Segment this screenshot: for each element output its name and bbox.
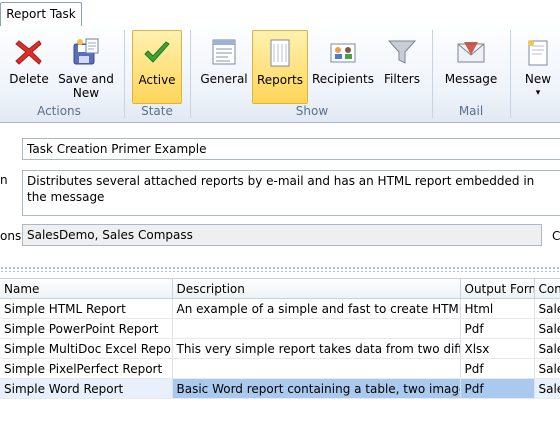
new-button[interactable]: New ▾ (516, 30, 560, 102)
column-header-connections[interactable]: Conn (534, 279, 560, 299)
description-textarea[interactable]: Distributes several attached reports by … (22, 170, 560, 216)
cell-connection: Sales (534, 358, 560, 379)
group-label-actions: Actions (37, 104, 81, 118)
checkmark-icon (144, 41, 170, 63)
cell-output: Pdf (460, 358, 535, 379)
delete-icon (15, 40, 42, 65)
recipients-icon (330, 43, 356, 63)
envelope-icon (457, 42, 485, 63)
cell-description (172, 358, 461, 379)
delete-button[interactable]: Delete (4, 30, 54, 102)
cell-output: Html (460, 298, 535, 319)
connections-label: ons (0, 229, 22, 243)
group-label-state: State (141, 104, 173, 118)
funnel-icon (387, 40, 417, 64)
reports-grid: Name Description Output Form Conn Simple… (0, 278, 560, 421)
chevron-down-icon[interactable]: ▾ (516, 86, 560, 100)
message-button[interactable]: Message (440, 30, 502, 102)
group-separator (190, 30, 191, 118)
cell-output: Pdf (460, 318, 535, 339)
table-row[interactable]: Simple PowerPoint Report Pdf Sales (0, 318, 560, 339)
general-button[interactable]: General (198, 30, 250, 102)
table-row[interactable]: Simple HTML Report An example of a simpl… (0, 298, 560, 319)
cell-output: Pdf (460, 378, 535, 399)
save-new-icon (73, 38, 99, 65)
cell-connection: Sales (534, 318, 560, 339)
group-label-show: Show (295, 104, 329, 118)
cell-description: An example of a simple and fast to creat… (172, 298, 461, 319)
tab-report-task[interactable]: Report Task (0, 2, 82, 26)
ribbon-tab-strip (0, 0, 560, 27)
active-label: Active (138, 73, 176, 87)
table-row[interactable]: Simple MultiDoc Excel Report This very s… (0, 338, 560, 359)
group-separator (432, 30, 433, 118)
column-header-name[interactable]: Name (0, 279, 173, 299)
table-row[interactable]: Simple PixelPerfect Report Pdf Sales (0, 358, 560, 379)
message-label: Message (444, 72, 498, 86)
cell-name: Simple PixelPerfect Report (0, 358, 173, 379)
group-separator (124, 30, 125, 118)
filters-label: Filters (384, 72, 420, 86)
filters-button[interactable]: Filters (378, 30, 426, 102)
reports-icon (270, 39, 290, 67)
cell-description (172, 318, 461, 339)
delete-label: Delete (9, 72, 49, 86)
splitter-grip[interactable] (0, 266, 560, 272)
cell-connection: Sales (534, 338, 560, 359)
grid-header-row: Name Description Output Form Conn (0, 279, 560, 299)
general-label: General (200, 72, 248, 86)
connections-field: SalesDemo, Sales Compass (22, 224, 542, 246)
save-and-new-label-line2: New (72, 86, 100, 100)
recipients-label: Recipients (311, 72, 374, 86)
new-document-icon (528, 40, 548, 66)
table-row-selected[interactable]: Simple Word Report Basic Word report con… (0, 378, 560, 399)
cell-connection: Sales (534, 378, 560, 399)
save-and-new-label-line1: Save and (58, 72, 114, 86)
column-header-description[interactable]: Description (172, 279, 461, 299)
save-and-new-button[interactable]: Save and New (56, 30, 116, 102)
reports-label: Reports (256, 73, 304, 87)
cell-description: This very simple report takes data from … (172, 338, 461, 359)
cell-connection: Sales (534, 298, 560, 319)
right-field-label: C (552, 229, 560, 243)
group-label-mail: Mail (458, 104, 484, 118)
active-toggle-button[interactable]: Active (132, 30, 182, 104)
cell-name: Simple Word Report (0, 378, 173, 399)
group-separator (510, 30, 511, 118)
cell-name: Simple MultiDoc Excel Report (0, 338, 173, 359)
cell-name: Simple HTML Report (0, 298, 173, 319)
recipients-button[interactable]: Recipients (310, 30, 376, 102)
general-icon (212, 39, 236, 65)
cell-description: Basic Word report containing a table, tw… (172, 378, 461, 399)
column-header-output-format[interactable]: Output Form (460, 279, 535, 299)
cell-name: Simple PowerPoint Report (0, 318, 173, 339)
new-label-text: New (524, 72, 552, 86)
new-label: New ▾ (516, 72, 560, 100)
reports-button[interactable]: Reports (252, 30, 308, 104)
cell-output: Xlsx (460, 338, 535, 359)
save-and-new-label: Save and New (56, 72, 116, 100)
task-name-input[interactable]: Task Creation Primer Example (22, 138, 560, 160)
description-label: n (0, 173, 8, 187)
